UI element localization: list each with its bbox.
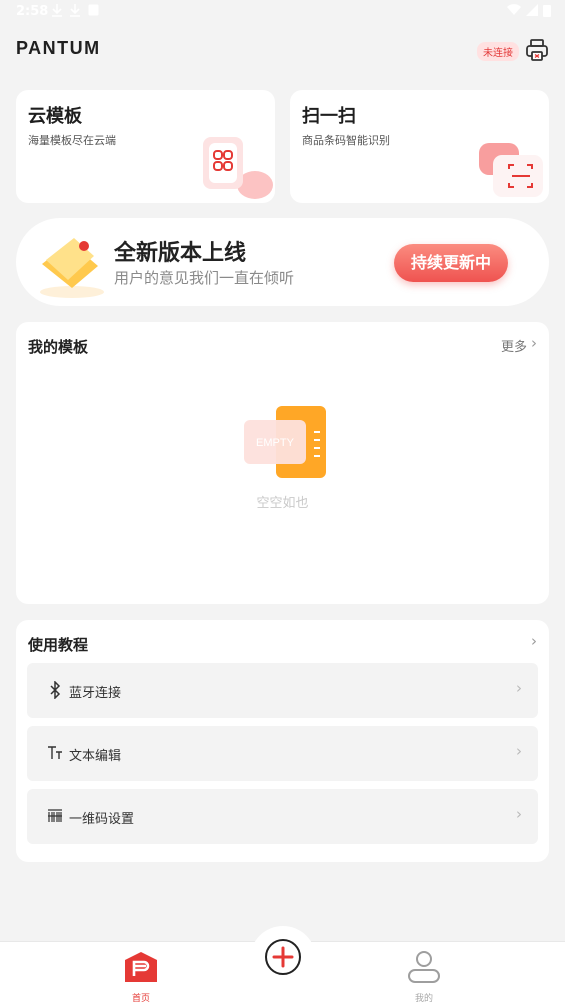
tutorial-item-text-edit[interactable]: 文本编辑 › (27, 726, 538, 781)
status-time: 2:58 (16, 4, 49, 19)
tutorial-item-label: 文本编辑 (69, 749, 122, 764)
scan-card[interactable]: 扫一扫 商品条码智能识别 (290, 90, 549, 203)
empty-state-icon: EMPTY (244, 406, 326, 478)
tutorial-item-label: 蓝牙连接 (69, 686, 122, 701)
chevron-right-icon[interactable]: › (531, 334, 537, 352)
chevron-right-icon: › (516, 679, 522, 697)
tab-mine-label: 我的 (414, 994, 433, 1004)
wifi-icon (507, 4, 521, 16)
cloud-template-title: 云模板 (28, 106, 82, 127)
printer-icon[interactable] (525, 38, 549, 62)
signal-icon (526, 4, 538, 16)
pantum-logo: PANTUM (16, 38, 101, 58)
tab-home-label: 首页 (131, 994, 150, 1004)
scan-icon (479, 143, 543, 197)
tutorial-item-label: 一维码设置 (69, 812, 135, 827)
scan-title: 扫一扫 (302, 106, 356, 127)
download-icon (70, 4, 80, 17)
status-bar: 2:58 (0, 0, 565, 24)
tutorials-title: 使用教程 (28, 636, 89, 654)
my-templates-title: 我的模板 (28, 338, 89, 356)
empty-state-text: 空空如也 (256, 496, 309, 511)
chevron-right-icon: › (516, 805, 522, 823)
home-icon (125, 952, 157, 982)
bluetooth-icon (50, 681, 61, 699)
tutorial-item-barcode[interactable]: 一维码设置 › (27, 789, 538, 844)
download-icon (52, 4, 62, 17)
cloud-template-card[interactable]: 云模板 海量模板尽在云端 (16, 90, 275, 203)
media-icon (88, 4, 99, 16)
new-version-banner[interactable]: 全新版本上线 用户的意见我们一直在倾听 持续更新中 (16, 218, 549, 306)
app-header: PANTUM 未连接 (16, 36, 549, 66)
updating-button[interactable]: 持续更新中 (394, 244, 508, 282)
chevron-right-icon: › (516, 742, 522, 760)
connection-status-badge[interactable]: 未连接 (477, 42, 519, 61)
system-icons (507, 4, 551, 17)
my-templates-section: 我的模板 更多 › EMPTY 空空如也 (16, 322, 549, 604)
user-icon (408, 951, 440, 983)
empty-badge-text: EMPTY (256, 437, 295, 449)
grid-cloud-icon (203, 137, 273, 199)
add-icon[interactable] (265, 939, 301, 975)
tutorials-section: 使用教程 › 蓝牙连接 › 文本编辑 › 一维码设置 › (16, 620, 549, 862)
tab-home[interactable]: 首页 (111, 950, 171, 1004)
text-icon (48, 746, 62, 759)
banner-subtitle: 用户的意见我们一直在倾听 (114, 269, 295, 287)
notification-icons (52, 4, 99, 17)
scan-subtitle: 商品条码智能识别 (302, 134, 390, 147)
cloud-template-subtitle: 海量模板尽在云端 (28, 134, 116, 147)
tutorial-item-bluetooth[interactable]: 蓝牙连接 › (27, 663, 538, 718)
notepad-icon (40, 238, 104, 298)
banner-title: 全新版本上线 (114, 241, 247, 266)
chevron-right-icon[interactable]: › (531, 632, 537, 650)
barcode-icon (48, 809, 62, 822)
more-link[interactable]: 更多 (501, 336, 527, 355)
tab-mine[interactable]: 我的 (394, 950, 454, 1004)
battery-icon (543, 5, 551, 17)
